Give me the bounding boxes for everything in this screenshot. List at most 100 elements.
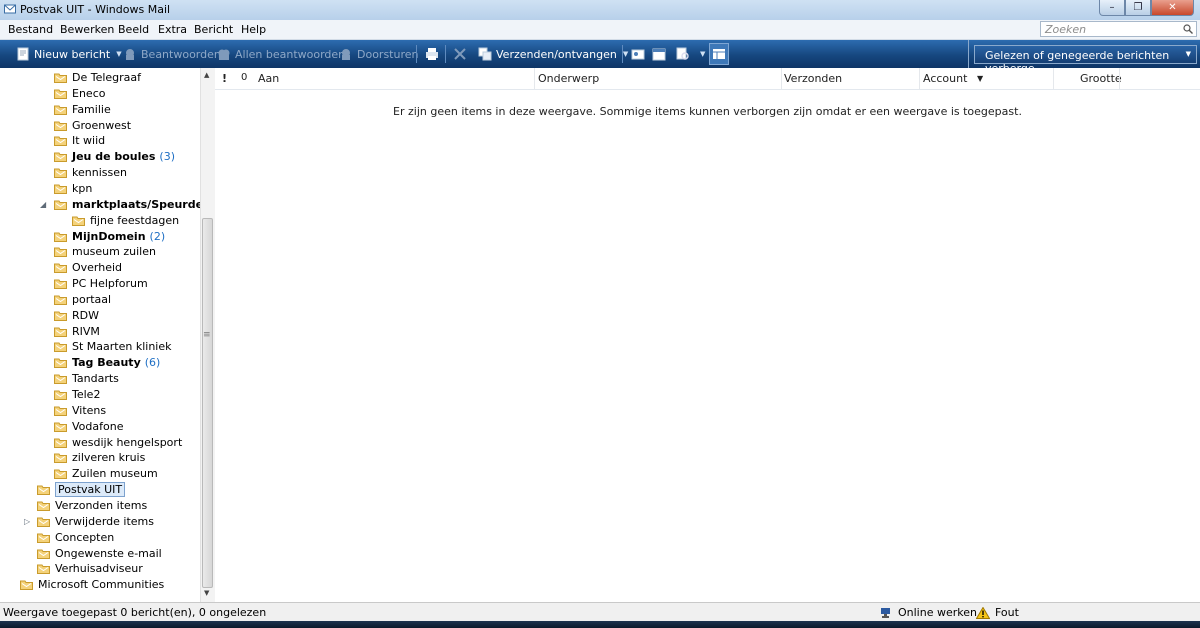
folder-label: Verwijderde items — [55, 514, 154, 528]
menu-beeld[interactable]: Beeld — [118, 23, 149, 36]
folder-item[interactable]: Overheid — [54, 260, 122, 275]
sort-down-icon[interactable]: ▼ — [977, 74, 983, 83]
search-icon[interactable] — [1183, 24, 1193, 34]
folder-icon — [54, 89, 67, 99]
column-subject[interactable]: Onderwerp — [538, 72, 599, 85]
reply-button[interactable]: Beantwoorden — [123, 46, 221, 62]
menu-extra[interactable]: Extra — [158, 23, 187, 36]
folder-item[interactable]: St Maarten kliniek — [54, 339, 171, 354]
chevron-down-icon[interactable]: ▼ — [623, 50, 628, 58]
print-button[interactable] — [425, 46, 443, 62]
folder-item[interactable]: Eneco — [54, 86, 105, 101]
column-divider[interactable] — [1119, 68, 1120, 89]
folder-item[interactable]: kennissen — [54, 165, 127, 180]
folder-label: Zuilen museum — [72, 467, 158, 481]
folder-item[interactable]: Verhuisadviseur — [37, 561, 143, 576]
expand-icon[interactable]: ▷ — [24, 517, 30, 526]
folder-item[interactable]: Postvak UIT — [37, 482, 126, 498]
folder-item[interactable]: Groenwest — [54, 118, 131, 133]
collapse-icon[interactable]: ◢ — [40, 200, 46, 209]
online-status[interactable]: Online werken — [880, 606, 977, 619]
folder-item[interactable]: Verzonden items — [37, 498, 147, 513]
folder-label: kpn — [72, 181, 93, 195]
folder-icon — [54, 279, 67, 290]
folder-icon — [54, 374, 67, 385]
chevron-down-icon[interactable]: ▼ — [700, 50, 705, 58]
folder-item[interactable]: RIVM — [54, 324, 100, 339]
folder-item[interactable]: Tandarts — [54, 371, 119, 386]
folder-item[interactable]: museum zuilen — [54, 244, 156, 259]
forward-button[interactable]: Doorsturen — [339, 46, 419, 62]
folder-item[interactable]: RDW — [54, 308, 99, 323]
folder-item[interactable]: Concepten — [37, 530, 114, 545]
new-message-button[interactable]: Nieuw bericht ▼ — [16, 46, 122, 62]
view-filter-select[interactable]: Gelezen of genegeerde berichten verberge… — [974, 45, 1197, 75]
folder-item[interactable]: Ongewenste e-mail — [37, 546, 162, 561]
scrollbar-thumb[interactable] — [202, 218, 213, 588]
folder-item[interactable]: Familie — [54, 102, 111, 117]
close-button[interactable]: ✕ — [1151, 0, 1194, 16]
folder-icon — [54, 295, 67, 305]
folder-item[interactable]: Vodafone — [54, 419, 123, 434]
folder-item[interactable]: wesdijk hengelsport — [54, 435, 182, 450]
folder-item[interactable]: Zuilen museum — [54, 466, 158, 481]
folder-item[interactable]: Microsoft Communities — [20, 577, 164, 592]
minimize-button[interactable]: – — [1099, 0, 1125, 16]
chevron-down-icon[interactable]: ▼ — [1186, 50, 1191, 58]
scroll-down-icon[interactable]: ▼ — [204, 589, 209, 597]
folder-item[interactable]: Jeu de boules (3) — [54, 149, 175, 164]
folder-icon — [54, 342, 67, 353]
error-label: Fout — [995, 606, 1019, 619]
folder-item[interactable]: portaal — [54, 292, 111, 307]
menu-bewerken[interactable]: Bewerken — [60, 23, 114, 36]
layout-icon — [713, 49, 725, 59]
column-importance[interactable]: ! — [222, 72, 227, 85]
folder-item[interactable]: It wiid — [54, 133, 105, 148]
chevron-down-icon[interactable]: ▼ — [116, 50, 121, 58]
column-size[interactable]: Grootte — [1080, 72, 1122, 85]
menu-bestand[interactable]: Bestand — [8, 23, 53, 36]
folder-item[interactable]: zilveren kruis — [54, 450, 145, 465]
title-bar: Postvak UIT - Windows Mail – ❐ ✕ — [0, 0, 1200, 21]
reply-label: Beantwoorden — [141, 47, 221, 61]
column-divider[interactable] — [919, 68, 920, 89]
folder-item[interactable]: PC Helpforum — [54, 276, 148, 291]
delete-icon — [454, 48, 466, 60]
search-input[interactable]: Zoeken — [1040, 21, 1197, 37]
folder-item[interactable]: kpn — [54, 181, 92, 196]
layout-toggle-button[interactable] — [709, 43, 729, 65]
column-divider[interactable] — [1053, 68, 1054, 89]
folder-item[interactable]: fijne feestdagen — [72, 213, 179, 228]
folder-label: wesdijk hengelsport — [72, 435, 183, 449]
menu-help[interactable]: Help — [241, 23, 266, 36]
find-button[interactable]: ▼ — [676, 46, 705, 62]
folder-item[interactable]: Verwijderde items — [37, 514, 154, 529]
folder-item[interactable]: MijnDomein (2) — [54, 229, 165, 244]
column-divider[interactable] — [534, 68, 535, 89]
column-account[interactable]: Account — [923, 72, 967, 85]
folder-icon — [54, 358, 67, 369]
column-divider[interactable] — [781, 68, 782, 89]
column-attachment[interactable]: 0 — [241, 72, 247, 83]
folder-icon — [54, 469, 67, 480]
menu-bericht[interactable]: Bericht — [194, 23, 233, 36]
scroll-up-icon[interactable]: ▲ — [204, 71, 209, 79]
error-status[interactable]: Fout — [976, 606, 1019, 619]
column-sent[interactable]: Verzonden — [784, 72, 842, 85]
maximize-button[interactable]: ❐ — [1125, 0, 1151, 16]
status-bar: Weergave toegepast 0 bericht(en), 0 onge… — [0, 602, 1200, 622]
folder-scrollbar[interactable]: ▲ ≡ ▼ — [200, 68, 215, 602]
send-receive-button[interactable]: Verzenden/ontvangen ▼ — [478, 46, 628, 62]
reply-all-button[interactable]: Allen beantwoorden — [217, 46, 345, 62]
folder-item[interactable]: Tele2 — [54, 387, 100, 402]
printer-icon — [426, 48, 438, 60]
folder-item[interactable]: Vitens — [54, 403, 106, 418]
folder-icon — [54, 390, 67, 400]
folder-item[interactable]: Tag Beauty (6) — [54, 355, 160, 370]
calendar-button[interactable] — [652, 46, 670, 62]
contacts-button[interactable] — [631, 46, 649, 62]
delete-button[interactable] — [453, 46, 471, 62]
folder-item[interactable]: De Telegraaf — [54, 70, 141, 85]
column-to[interactable]: Aan — [258, 72, 279, 85]
folder-icon — [54, 105, 67, 115]
